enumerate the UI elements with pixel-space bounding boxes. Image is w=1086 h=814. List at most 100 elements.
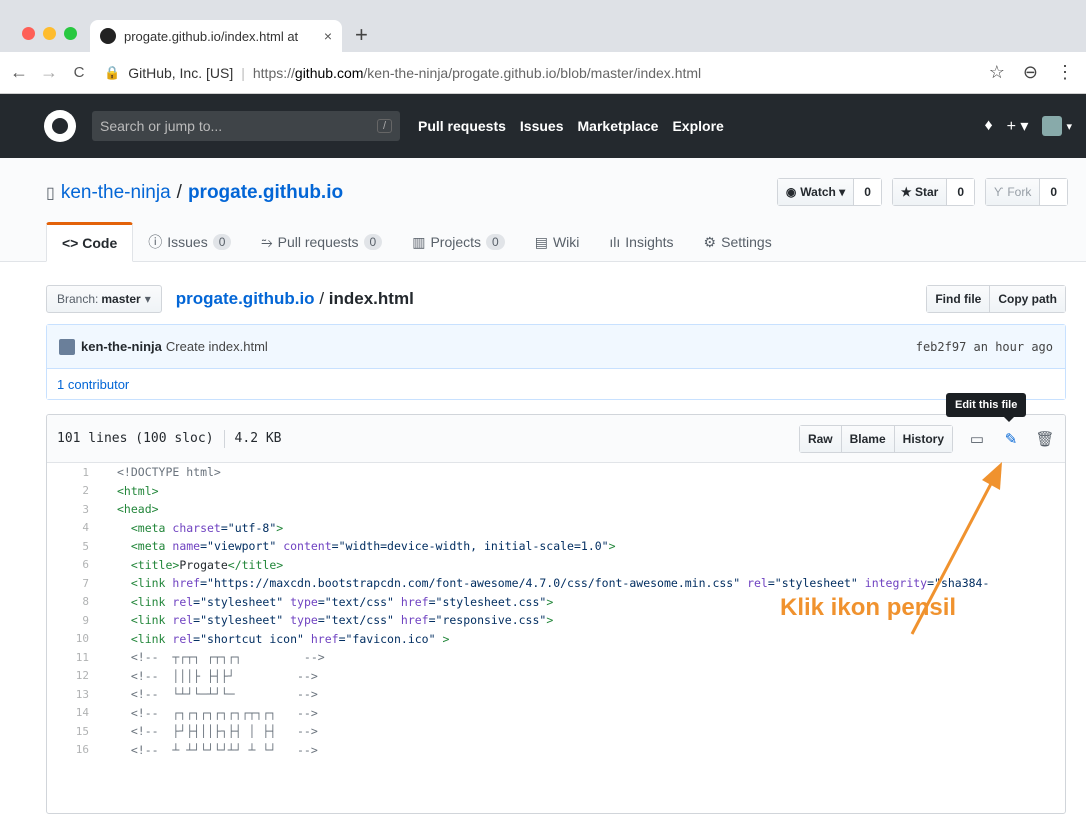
commit-author-link[interactable]: ken-the-ninja xyxy=(81,339,162,354)
nav-explore[interactable]: Explore xyxy=(672,118,723,134)
fork-count[interactable]: 0 xyxy=(1039,179,1067,205)
file-info-divider xyxy=(223,429,225,448)
fork-button[interactable]: Ƴ Fork xyxy=(986,179,1040,205)
new-tab-button[interactable]: + xyxy=(355,22,368,48)
line-number[interactable]: 5 xyxy=(47,540,89,553)
line-number[interactable]: 6 xyxy=(47,558,89,571)
tab-pulls-label: Pull requests xyxy=(277,234,359,250)
pull-request-icon: ⥲ xyxy=(261,233,273,250)
blame-button[interactable]: Blame xyxy=(840,425,894,452)
tab-close-icon[interactable]: × xyxy=(324,28,332,44)
line-number[interactable]: 14 xyxy=(47,706,89,719)
line-number[interactable]: 11 xyxy=(47,651,89,664)
tab-settings-label: Settings xyxy=(721,234,772,250)
gear-icon: ⚙ xyxy=(703,233,717,250)
browser-tab[interactable]: progate.github.io/index.html at × xyxy=(90,20,342,52)
line-number[interactable]: 3 xyxy=(47,503,89,516)
copy-path-button[interactable]: Copy path xyxy=(989,286,1065,312)
annotation-label: Klik ikon pensil xyxy=(780,594,957,621)
reload-button[interactable]: C xyxy=(68,64,90,81)
breadcrumb-repo-link[interactable]: progate.github.io xyxy=(176,289,315,308)
branch-select-button[interactable]: Branch: master ▾ xyxy=(46,285,162,313)
repo-actions: ◉ Watch ▾ 0 ★ Star 0 Ƴ Fork 0 xyxy=(776,178,1068,206)
line-number[interactable]: 16 xyxy=(47,743,89,756)
commit-message-link[interactable]: Create index.html xyxy=(166,339,268,354)
line-number[interactable]: 7 xyxy=(47,577,89,590)
watch-button[interactable]: ◉ Watch ▾ xyxy=(777,179,854,205)
line-number[interactable]: 15 xyxy=(47,725,89,738)
issue-icon: ⓘ xyxy=(148,234,163,250)
tab-pull-requests[interactable]: ⥲ Pull requests 0 xyxy=(246,222,397,262)
code-line: 10 <link rel="shortcut icon" href="favic… xyxy=(47,630,1065,649)
minimize-window-button[interactable] xyxy=(43,27,56,40)
repo-owner-link[interactable]: ken-the-ninja xyxy=(61,182,171,204)
fork-icon: Ƴ xyxy=(994,185,1004,199)
close-window-button[interactable] xyxy=(22,27,35,40)
watch-count[interactable]: 0 xyxy=(853,179,881,205)
star-count[interactable]: 0 xyxy=(946,179,975,205)
repo-name-link[interactable]: progate.github.io xyxy=(188,182,343,204)
commit-sha-time[interactable]: feb2f97 an hour ago xyxy=(916,340,1053,354)
tab-insights[interactable]: ılı Insights xyxy=(594,222,688,262)
tab-settings[interactable]: ⚙ Settings xyxy=(689,222,787,262)
tab-issues[interactable]: ⓘ Issues 0 xyxy=(133,222,246,262)
code-line: 6 <title>Progate</title> xyxy=(47,556,1065,575)
desktop-icon[interactable]: ▭ xyxy=(967,430,987,448)
repo-nav: <> Code ⓘ Issues 0 ⥲ Pull requests 0 ▥ Projec… xyxy=(46,222,787,262)
chevron-down-icon: ▾ xyxy=(144,292,151,306)
address-bar[interactable]: 🔒 GitHub, Inc. [US] | https://github.com… xyxy=(104,58,989,88)
nav-marketplace[interactable]: Marketplace xyxy=(578,118,659,134)
trash-icon[interactable]: 🗑 xyxy=(1035,430,1055,448)
tab-code[interactable]: <> Code xyxy=(46,222,134,262)
nav-pull-requests[interactable]: Pull requests xyxy=(418,118,506,134)
url-path: /ken-the-ninja/progate.github.io/blob/ma… xyxy=(363,64,702,81)
file-line-info: 101 lines (100 sloc) xyxy=(57,431,214,446)
line-number[interactable]: 13 xyxy=(47,688,89,701)
nav-issues[interactable]: Issues xyxy=(520,118,564,134)
star-group: ★ Star 0 xyxy=(891,178,976,206)
watch-group: ◉ Watch ▾ 0 xyxy=(776,178,882,206)
tab-wiki-label: Wiki xyxy=(552,234,580,250)
url-scheme: https:// xyxy=(252,64,295,81)
star-button[interactable]: ★ Star xyxy=(892,179,947,205)
tab-projects[interactable]: ▥ Projects 0 xyxy=(397,222,520,262)
search-input[interactable]: Search or jump to... / xyxy=(92,111,400,141)
line-number[interactable]: 12 xyxy=(47,669,89,682)
profile-icon[interactable]: ⊖ xyxy=(1023,62,1038,83)
contributors-link[interactable]: 1 contributor xyxy=(47,369,1065,399)
breadcrumb-separator: / xyxy=(319,289,325,308)
file-size: 4.2 KB xyxy=(234,431,282,446)
pencil-icon[interactable]: ✎ xyxy=(1001,430,1021,448)
history-button[interactable]: History xyxy=(893,425,952,452)
bookmark-star-icon[interactable]: ☆ xyxy=(989,62,1005,83)
repo-icon: ▯ xyxy=(46,185,55,202)
edit-file-tooltip: Edit this file xyxy=(946,393,1027,422)
tab-wiki[interactable]: ▤ Wiki xyxy=(520,222,595,262)
find-file-button[interactable]: Find file xyxy=(927,286,990,312)
create-new-dropdown[interactable]: + ▾ xyxy=(1007,116,1029,136)
line-number[interactable]: 10 xyxy=(47,632,89,645)
line-number[interactable]: 4 xyxy=(47,521,89,534)
tab-projects-label: Projects xyxy=(430,234,482,250)
code-line: 15 <!-- ├┘├┤││├┐├┤ │ ├┤ --> xyxy=(47,722,1065,741)
line-number[interactable]: 9 xyxy=(47,614,89,627)
file-nav-actions: Find file Copy path xyxy=(926,285,1066,313)
notifications-bell-icon[interactable]: ♦ xyxy=(984,117,992,135)
address-separator: | xyxy=(241,64,245,81)
user-menu[interactable]: ▾ xyxy=(1042,116,1072,136)
line-number[interactable]: 8 xyxy=(47,595,89,608)
code-line: 5 <meta name="viewport" content="width=d… xyxy=(47,537,1065,556)
maximize-window-button[interactable] xyxy=(64,27,77,40)
github-logo-icon[interactable] xyxy=(44,110,76,142)
line-number[interactable]: 2 xyxy=(47,484,89,497)
browser-menu-icon[interactable]: ⋮ xyxy=(1056,62,1074,83)
line-number[interactable]: 1 xyxy=(47,466,89,479)
code-line: 2 <html> xyxy=(47,482,1065,501)
raw-button[interactable]: Raw xyxy=(799,425,841,452)
fork-label: Fork xyxy=(1007,185,1032,199)
forward-button[interactable]: → xyxy=(38,62,60,83)
repo-title: ▯ ken-the-ninja / progate.github.io xyxy=(46,182,343,204)
issues-counter: 0 xyxy=(212,234,232,250)
file-header: 101 lines (100 sloc) 4.2 KB Raw Blame Hi… xyxy=(47,415,1065,463)
back-button[interactable]: ← xyxy=(8,62,30,83)
